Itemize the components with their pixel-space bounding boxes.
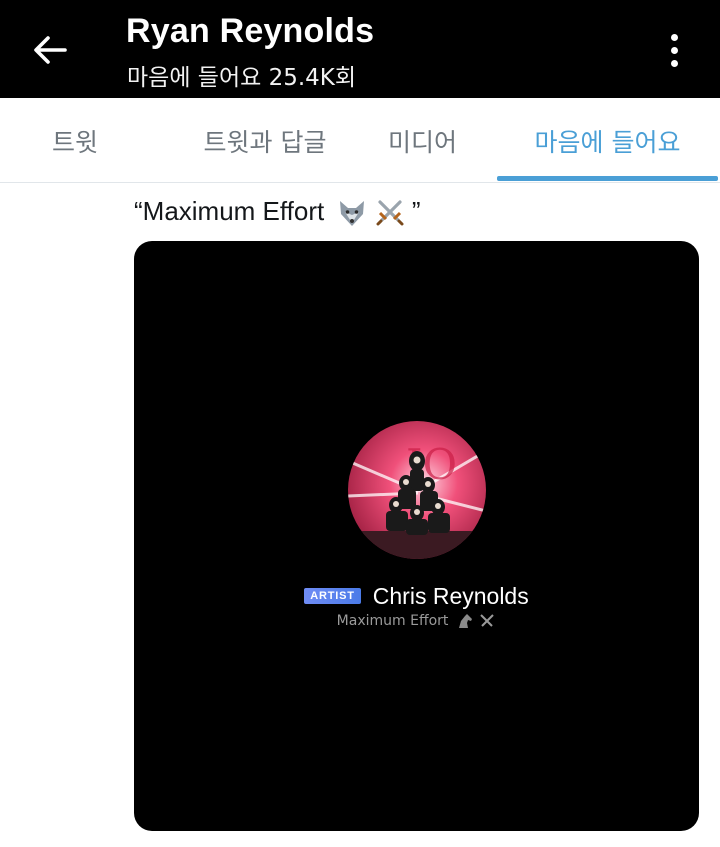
tab-likes[interactable]: 마음에 들어요: [497, 98, 718, 183]
profile-tabs: 트윗 트윗과 답글 미디어 마음에 들어요: [0, 98, 720, 183]
profile-bio: Maximum Effort: [134, 613, 699, 629]
tweet-text-close-quote: ”: [411, 196, 421, 226]
back-button[interactable]: [24, 24, 76, 76]
active-tab-indicator: [497, 176, 718, 181]
profile-identity-row: ARTIST Chris Reynolds: [134, 581, 699, 611]
more-vertical-icon: [670, 33, 678, 41]
tweet-text-body: “Maximum Effort: [134, 196, 325, 226]
tweet-text: “Maximum Effort ”: [134, 196, 421, 227]
profile-avatar: IO: [348, 421, 486, 559]
artist-badge: ARTIST: [304, 588, 361, 604]
likes-count-subtitle: 마음에 들어요 25.4K회: [127, 65, 357, 91]
profile-name: Chris Reynolds: [372, 582, 529, 609]
tab-tweets[interactable]: 트윗: [0, 98, 150, 183]
tab-media[interactable]: 미디어: [345, 98, 500, 183]
crossed-swords-icon: [480, 614, 495, 627]
crossed-swords-icon: [376, 200, 404, 226]
horse-icon: [458, 614, 472, 628]
more-options-button[interactable]: [650, 26, 698, 74]
wolf-icon: [340, 201, 365, 227]
back-arrow-icon: [34, 36, 67, 64]
tweet-media-image[interactable]: IO ARTIST Chris Reynolds Maximum Effort: [134, 241, 699, 831]
top-app-bar: Ryan Reynolds 마음에 들어요 25.4K회: [0, 0, 720, 98]
profile-title: Ryan Reynolds: [126, 12, 375, 50]
profile-bio-text: Maximum Effort: [336, 613, 449, 629]
